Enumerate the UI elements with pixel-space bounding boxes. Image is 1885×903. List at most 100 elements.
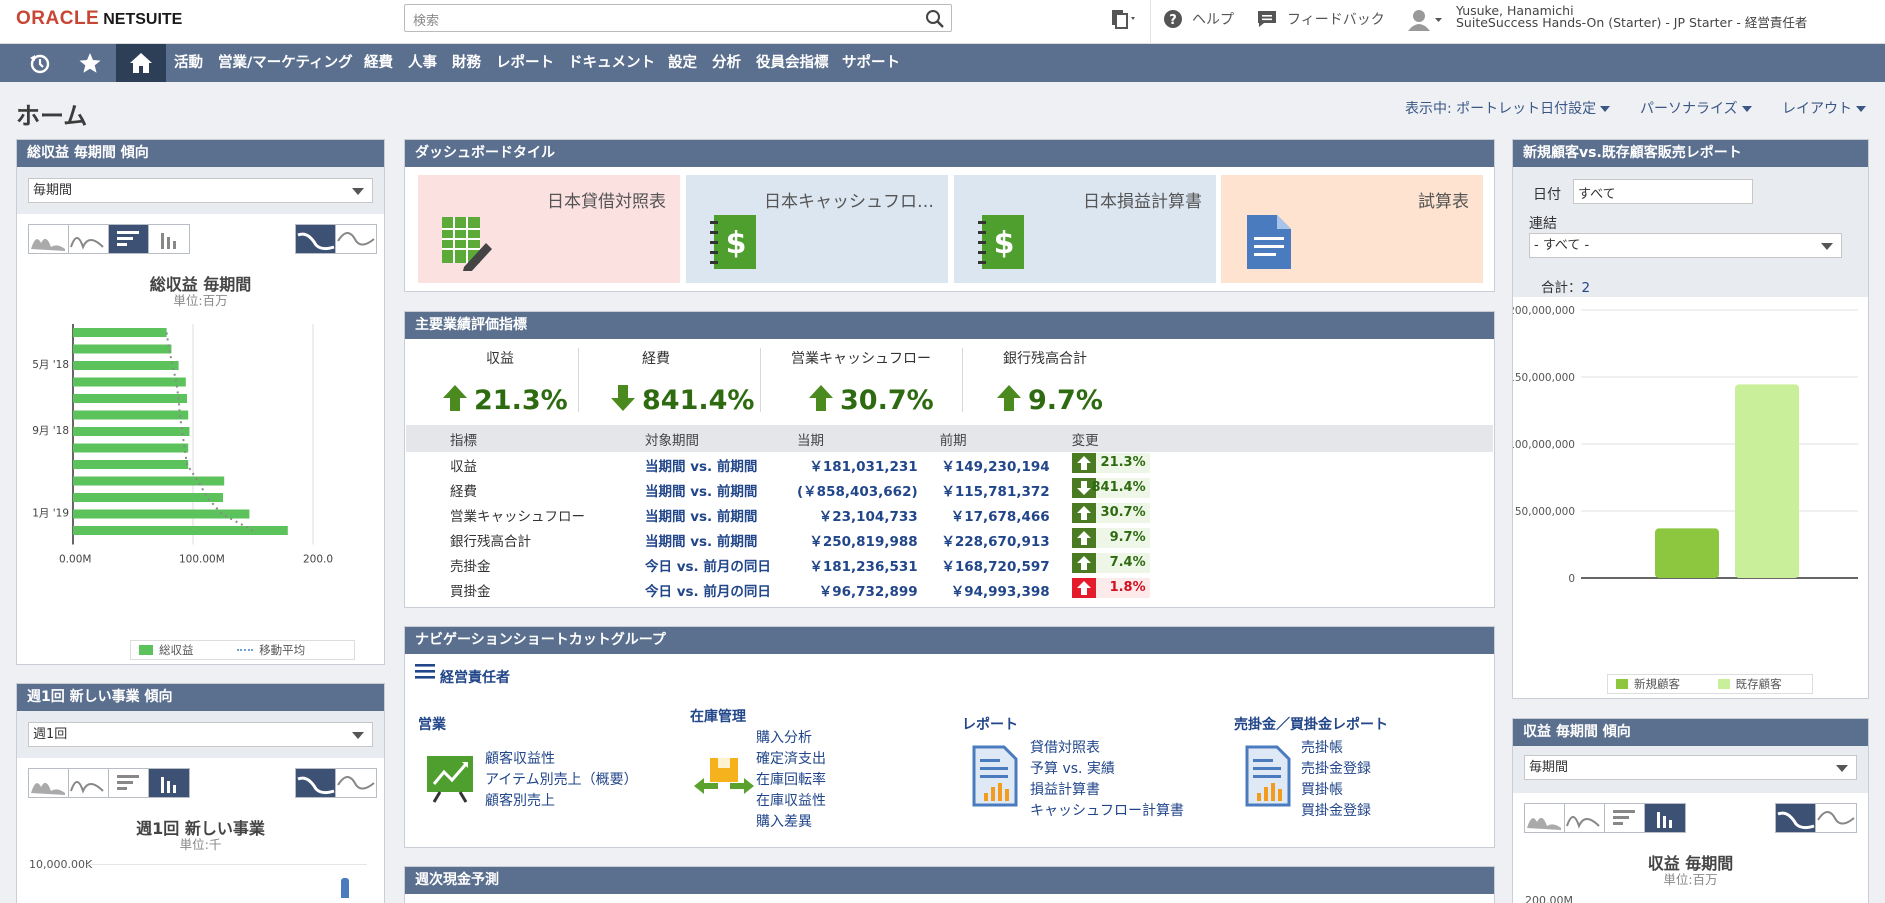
table-row[interactable]: 買掛金 今日 vs. 前月の同日 ￥96,732,899 ￥94,993,398… bbox=[406, 577, 1222, 602]
shortcut-link[interactable]: 貸借対照表 bbox=[1030, 738, 1100, 759]
recent-records-icon[interactable] bbox=[1110, 8, 1138, 30]
nav-item-reports[interactable]: レポート bbox=[496, 44, 554, 82]
kpi-value-operating-cash-flow[interactable]: 30.7% bbox=[808, 384, 934, 416]
feedback-icon[interactable] bbox=[1256, 9, 1278, 29]
tile-jp-cash-flow[interactable]: 日本キャッシュフロ… $ bbox=[686, 175, 948, 283]
shortcut-link[interactable]: 損益計算書 bbox=[1030, 780, 1100, 801]
nav-item-expenses[interactable]: 経費 bbox=[364, 44, 393, 82]
portlet-title[interactable]: ナビゲーションショートカットグループ bbox=[405, 627, 1494, 654]
metric-current[interactable]: ￥96,732,899 bbox=[797, 577, 940, 602]
layout-menu[interactable]: レイアウト bbox=[1782, 98, 1866, 118]
nav-item-sales-marketing[interactable]: 営業/マーケティング bbox=[218, 44, 353, 82]
shortcut-link[interactable]: 売掛帳 bbox=[1301, 738, 1343, 759]
home-tab[interactable] bbox=[116, 44, 166, 82]
nav-item-board-metrics[interactable]: 役員会指標 bbox=[756, 44, 829, 82]
shortcut-link[interactable]: 確定済支出 bbox=[756, 749, 826, 770]
kpi-value-revenue[interactable]: 21.3% bbox=[442, 384, 568, 416]
shortcut-link[interactable]: 予算 vs. 実績 bbox=[1030, 759, 1115, 780]
line-chart-button[interactable] bbox=[1565, 804, 1605, 832]
metric-current[interactable]: ￥250,819,988 bbox=[797, 527, 940, 552]
shortcut-link[interactable]: 購入差異 bbox=[756, 812, 812, 833]
trend-alt-button[interactable] bbox=[336, 225, 376, 253]
kpi-value-expense[interactable]: 841.4% bbox=[610, 384, 754, 416]
tile-jp-income-statement[interactable]: 日本損益計算書 $ bbox=[954, 175, 1216, 283]
area-chart-button[interactable] bbox=[29, 769, 69, 797]
metric-previous[interactable]: ￥228,670,913 bbox=[940, 527, 1072, 552]
portlet-title[interactable]: 収益 毎期間 傾向 bbox=[1513, 719, 1868, 746]
recent-history-icon[interactable] bbox=[28, 52, 52, 74]
portlet-title[interactable]: 週次現金予測 bbox=[405, 867, 1494, 894]
favorites-star-icon[interactable] bbox=[79, 52, 101, 74]
nav-item-finance[interactable]: 財務 bbox=[452, 44, 481, 82]
weekly-select[interactable]: 週1回 bbox=[28, 722, 373, 747]
table-row[interactable]: 営業キャッシュフロー 当期間 vs. 前期間 ￥23,104,733 ￥17,6… bbox=[406, 502, 1222, 527]
shortcut-link[interactable]: キャッシュフロー計算書 bbox=[1030, 801, 1184, 822]
user-account-menu[interactable]: Yusuke, Hanamichi SuiteSuccess Hands-On … bbox=[1456, 4, 1807, 29]
horizontal-bar-chart-button[interactable] bbox=[109, 769, 149, 797]
nav-item-hr[interactable]: 人事 bbox=[408, 44, 437, 82]
table-row[interactable]: 収益 当期間 vs. 前期間 ￥181,031,231 ￥149,230,194… bbox=[406, 452, 1222, 477]
metric-previous[interactable]: ￥94,993,398 bbox=[940, 577, 1072, 602]
tile-trial-balance[interactable]: 試算表 bbox=[1221, 175, 1483, 283]
portlet-title[interactable]: 新規顧客vs.既存顧客販売レポート bbox=[1513, 140, 1868, 167]
metric-period[interactable]: 当期間 vs. 前期間 bbox=[645, 452, 797, 477]
nav-item-analytics[interactable]: 分析 bbox=[712, 44, 741, 82]
metric-period[interactable]: 当期間 vs. 前期間 bbox=[645, 502, 797, 527]
personalize-menu[interactable]: パーソナライズ bbox=[1640, 98, 1752, 118]
horizontal-bar-chart-button[interactable] bbox=[1605, 804, 1645, 832]
metric-period[interactable]: 当期間 vs. 前期間 bbox=[645, 477, 797, 502]
metric-previous[interactable]: ￥149,230,194 bbox=[940, 452, 1072, 477]
search-icon[interactable] bbox=[925, 9, 945, 29]
line-chart-button[interactable] bbox=[69, 225, 109, 253]
tile-jp-balance-sheet[interactable]: 日本貸借対照表 bbox=[418, 175, 680, 283]
area-chart-button[interactable] bbox=[1525, 804, 1565, 832]
metric-previous[interactable]: ￥115,781,372 bbox=[940, 477, 1072, 502]
metric-current[interactable]: ￥181,031,231 bbox=[797, 452, 940, 477]
kpi-value-bank-balance[interactable]: 9.7% bbox=[996, 384, 1103, 416]
nav-item-activities[interactable]: 活動 bbox=[174, 44, 203, 82]
metric-current[interactable]: ￥181,236,531 bbox=[797, 552, 940, 577]
metric-period[interactable]: 今日 vs. 前月の同日 bbox=[645, 552, 797, 577]
metric-current[interactable]: (￥858,403,662) bbox=[797, 477, 940, 502]
shortcut-link[interactable]: アイテム別売上（概要） bbox=[485, 770, 638, 791]
oracle-netsuite-logo[interactable]: ORACLE NETSUITE bbox=[16, 8, 182, 30]
portlet-title[interactable]: ダッシュボードタイル bbox=[405, 140, 1494, 167]
trend-alt-button[interactable] bbox=[336, 769, 376, 797]
shortcut-link[interactable]: 買掛帳 bbox=[1301, 780, 1343, 801]
portlet-date-setting-menu[interactable]: 表示中: ポートレット日付設定 bbox=[1405, 98, 1610, 118]
period-select[interactable]: 毎期間 bbox=[1524, 755, 1857, 780]
horizontal-bar-chart-button[interactable] bbox=[109, 225, 149, 253]
nav-item-support[interactable]: サポート bbox=[842, 44, 900, 82]
user-avatar-icon[interactable] bbox=[1406, 8, 1446, 32]
shortcut-link[interactable]: 在庫収益性 bbox=[756, 791, 826, 812]
trend-button[interactable] bbox=[296, 769, 336, 797]
shortcut-group-name[interactable]: 経営責任者 bbox=[440, 667, 510, 687]
column-chart-button[interactable] bbox=[149, 769, 189, 797]
metric-period[interactable]: 今日 vs. 前月の同日 bbox=[645, 577, 797, 602]
trend-button[interactable] bbox=[296, 225, 336, 253]
portlet-title[interactable]: 総収益 毎期間 傾向 bbox=[17, 140, 384, 167]
table-row[interactable]: 銀行残高合計 当期間 vs. 前期間 ￥250,819,988 ￥228,670… bbox=[406, 527, 1222, 552]
table-row[interactable]: 経費 当期間 vs. 前期間 (￥858,403,662) ￥115,781,3… bbox=[406, 477, 1222, 502]
date-filter-input[interactable]: すべて bbox=[1573, 179, 1753, 204]
metric-previous[interactable]: ￥17,678,466 bbox=[940, 502, 1072, 527]
metric-current[interactable]: ￥23,104,733 bbox=[797, 502, 940, 527]
trend-button[interactable] bbox=[1776, 804, 1816, 832]
consolidation-select[interactable]: - すべて - bbox=[1529, 233, 1842, 258]
help-link[interactable]: ヘルプ bbox=[1192, 9, 1234, 29]
shortcut-link[interactable]: 売掛金登録 bbox=[1301, 759, 1371, 780]
shortcut-link[interactable]: 顧客収益性 bbox=[485, 749, 555, 770]
period-select[interactable]: 毎期間 bbox=[28, 178, 373, 203]
portlet-title[interactable]: 主要業績評価指標 bbox=[405, 312, 1494, 339]
area-chart-button[interactable] bbox=[29, 225, 69, 253]
shortcut-link[interactable]: 購入分析 bbox=[756, 728, 812, 749]
column-chart-button[interactable] bbox=[149, 225, 189, 253]
line-chart-button[interactable] bbox=[69, 769, 109, 797]
trend-alt-button[interactable] bbox=[1816, 804, 1856, 832]
shortcut-link[interactable]: 買掛金登録 bbox=[1301, 801, 1371, 822]
global-search-input[interactable]: 検索 bbox=[404, 4, 952, 32]
shortcut-link[interactable]: 在庫回転率 bbox=[756, 770, 826, 791]
metric-period[interactable]: 当期間 vs. 前期間 bbox=[645, 527, 797, 552]
table-row[interactable]: 売掛金 今日 vs. 前月の同日 ￥181,236,531 ￥168,720,5… bbox=[406, 552, 1222, 577]
shortcut-link[interactable]: 顧客別売上 bbox=[485, 791, 555, 812]
